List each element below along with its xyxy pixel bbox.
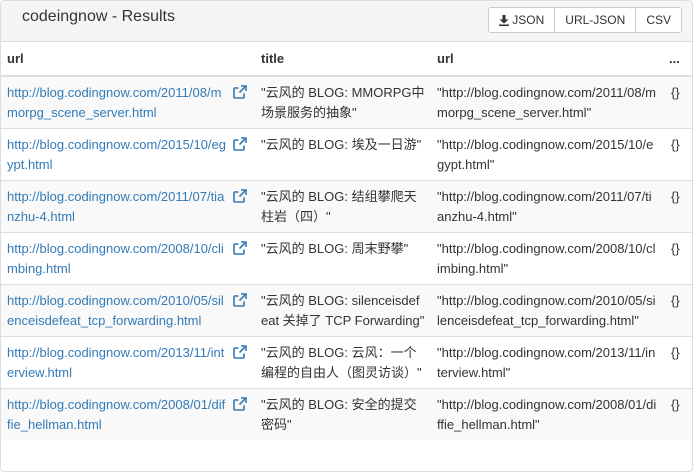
result-url-link[interactable]: http://blog.codingnow.com/2015/10/egypt.… <box>7 135 227 175</box>
column-header-url-2[interactable]: url <box>431 42 663 77</box>
panel-header: codeingnow - Results JSON URL-JSON CSV <box>1 1 692 42</box>
cell-url: http://blog.codingnow.com/2008/10/climbi… <box>1 232 255 285</box>
external-link-icon[interactable] <box>233 397 249 417</box>
cell-object[interactable]: {} <box>663 232 692 285</box>
cell-title: "云风的 BLOG: 云风：一个编程的自由人（图灵访谈）" <box>255 336 431 389</box>
export-button-group: JSON URL-JSON CSV <box>488 7 682 33</box>
cell-url-string: "http://blog.codingnow.com/2015/10/egypt… <box>431 128 663 181</box>
column-header-title[interactable]: title <box>255 42 431 77</box>
cell-title: "云风的 BLOG: MMORPG中场景服务的抽象" <box>255 75 431 129</box>
cell-url: http://blog.codingnow.com/2011/08/mmorpg… <box>1 75 255 129</box>
cell-title: "云风的 BLOG: 埃及一日游" <box>255 128 431 181</box>
json-label: JSON <box>512 13 545 27</box>
results-table: url title url ... http://blog.codingnow.… <box>1 42 692 440</box>
column-header-url[interactable]: url <box>1 42 255 77</box>
csv-label: CSV <box>646 13 671 27</box>
external-link-icon[interactable] <box>233 137 249 157</box>
external-link-icon[interactable] <box>233 85 249 105</box>
cell-object[interactable]: {} <box>663 284 692 337</box>
results-panel: codeingnow - Results JSON URL-JSON CSV u… <box>0 0 693 472</box>
cell-url-string: "http://blog.codingnow.com/2008/01/diffi… <box>431 388 663 440</box>
cell-url: http://blog.codingnow.com/2008/01/diffie… <box>1 388 255 440</box>
external-link-icon[interactable] <box>233 345 249 365</box>
cell-url: http://blog.codingnow.com/2015/10/egypt.… <box>1 128 255 181</box>
column-header-more[interactable]: ... <box>663 42 692 77</box>
cell-object[interactable]: {} <box>663 180 692 233</box>
table-row: http://blog.codingnow.com/2008/10/climbi… <box>1 232 692 285</box>
cell-title: "云风的 BLOG: 安全的提交密码" <box>255 388 431 440</box>
external-link-icon[interactable] <box>233 293 249 313</box>
table-row: http://blog.codingnow.com/2010/05/silenc… <box>1 284 692 337</box>
result-url-link[interactable]: http://blog.codingnow.com/2010/05/silenc… <box>7 291 227 331</box>
results-table-wrapper[interactable]: url title url ... http://blog.codingnow.… <box>1 42 692 471</box>
cell-object[interactable]: {} <box>663 128 692 181</box>
result-url-link[interactable]: http://blog.codingnow.com/2011/08/mmorpg… <box>7 83 227 123</box>
table-row: http://blog.codingnow.com/2013/11/interv… <box>1 336 692 389</box>
result-url-link[interactable]: http://blog.codingnow.com/2008/01/diffie… <box>7 395 227 435</box>
table-row: http://blog.codingnow.com/2008/01/diffie… <box>1 388 692 440</box>
cell-title: "云风的 BLOG: 周末野攀" <box>255 232 431 285</box>
table-header-row: url title url ... <box>1 42 692 77</box>
external-link-icon[interactable] <box>233 241 249 261</box>
cell-title: "云风的 BLOG: silenceisdefeat 关掉了 TCP Forwa… <box>255 284 431 337</box>
download-icon <box>499 14 510 26</box>
export-url-json-button[interactable]: URL-JSON <box>554 7 637 33</box>
cell-title: "云风的 BLOG: 结组攀爬天柱岩（四）" <box>255 180 431 233</box>
result-url-link[interactable]: http://blog.codingnow.com/2008/10/climbi… <box>7 239 227 279</box>
export-json-button[interactable]: JSON <box>488 7 556 33</box>
table-row: http://blog.codingnow.com/2015/10/egypt.… <box>1 128 692 181</box>
cell-url: http://blog.codingnow.com/2010/05/silenc… <box>1 284 255 337</box>
cell-url-string: "http://blog.codingnow.com/2008/10/climb… <box>431 232 663 285</box>
cell-object[interactable]: {} <box>663 75 692 129</box>
cell-url: http://blog.codingnow.com/2013/11/interv… <box>1 336 255 389</box>
cell-url-string: "http://blog.codingnow.com/2011/07/tianz… <box>431 180 663 233</box>
page-title: codeingnow - Results <box>22 8 175 25</box>
table-row: http://blog.codingnow.com/2011/07/tianzh… <box>1 180 692 233</box>
cell-object[interactable]: {} <box>663 336 692 389</box>
result-url-link[interactable]: http://blog.codingnow.com/2011/07/tianzh… <box>7 187 227 227</box>
cell-url-string: "http://blog.codingnow.com/2011/08/mmorp… <box>431 75 663 129</box>
cell-url-string: "http://blog.codingnow.com/2010/05/silen… <box>431 284 663 337</box>
cell-object[interactable]: {} <box>663 388 692 440</box>
url-json-label: URL-JSON <box>565 13 626 27</box>
export-csv-button[interactable]: CSV <box>635 7 682 33</box>
cell-url: http://blog.codingnow.com/2011/07/tianzh… <box>1 180 255 233</box>
external-link-icon[interactable] <box>233 189 249 209</box>
cell-url-string: "http://blog.codingnow.com/2013/11/inter… <box>431 336 663 389</box>
result-url-link[interactable]: http://blog.codingnow.com/2013/11/interv… <box>7 343 227 383</box>
table-row: http://blog.codingnow.com/2011/08/mmorpg… <box>1 75 692 129</box>
